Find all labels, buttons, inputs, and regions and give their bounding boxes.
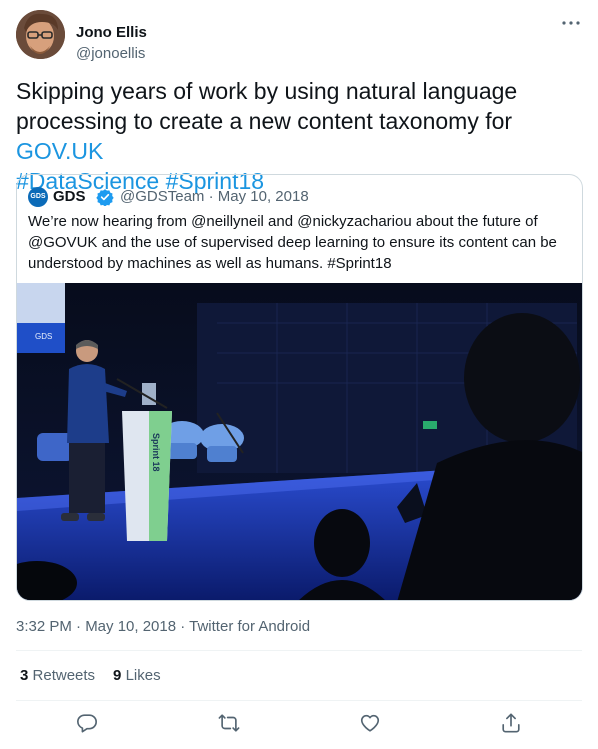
tweet-text-body: Skipping years of work by using natural … xyxy=(16,78,518,134)
likes-label: Likes xyxy=(125,667,161,684)
conference-photo[interactable]: GDS Sprint 18 xyxy=(17,283,582,600)
govuk-link[interactable]: GOV.UK xyxy=(16,138,103,164)
quoted-handle[interactable]: @GDSTeam xyxy=(120,188,204,205)
divider xyxy=(16,650,582,651)
avatar[interactable] xyxy=(16,10,65,59)
lectern-label: Sprint 18 xyxy=(151,433,161,472)
quoted-tweet[interactable]: GDS GDS @GDSTeam · May 10, 2018 We’re no… xyxy=(16,174,583,601)
gds-logo: GDS xyxy=(28,187,48,207)
reply-icon[interactable] xyxy=(76,712,100,736)
screen-label: GDS xyxy=(35,332,52,341)
likes-stat[interactable]: 9 Likes xyxy=(113,667,161,684)
quoted-author-name[interactable]: GDS xyxy=(53,188,86,205)
retweet-icon[interactable] xyxy=(218,712,242,736)
tweet-actions xyxy=(0,712,598,740)
author-handle[interactable]: @jonoellis xyxy=(76,45,145,62)
retweets-stat[interactable]: 3 Retweets xyxy=(20,667,95,684)
tweet-timestamp[interactable]: 3:32 PM · May 10, 2018 · Twitter for And… xyxy=(16,618,310,635)
quoted-meta: @GDSTeam · May 10, 2018 xyxy=(120,188,309,205)
quoted-date[interactable]: May 10, 2018 xyxy=(218,188,309,205)
verified-icon xyxy=(96,188,114,207)
quoted-separator: · xyxy=(208,188,214,205)
share-icon[interactable] xyxy=(500,712,524,736)
quoted-text: We’re now hearing from @neillyneil and @… xyxy=(28,213,557,272)
tweet-stats: 3 Retweets 9 Likes xyxy=(20,667,161,684)
tweet-header: Jono Ellis @jonoellis xyxy=(16,10,582,62)
like-icon[interactable] xyxy=(359,712,383,736)
likes-count: 9 xyxy=(113,667,122,684)
more-icon[interactable] xyxy=(560,14,582,32)
divider xyxy=(16,700,582,701)
retweets-count: 3 xyxy=(20,667,29,684)
retweets-label: Retweets xyxy=(32,667,96,684)
author-name[interactable]: Jono Ellis xyxy=(76,24,147,41)
